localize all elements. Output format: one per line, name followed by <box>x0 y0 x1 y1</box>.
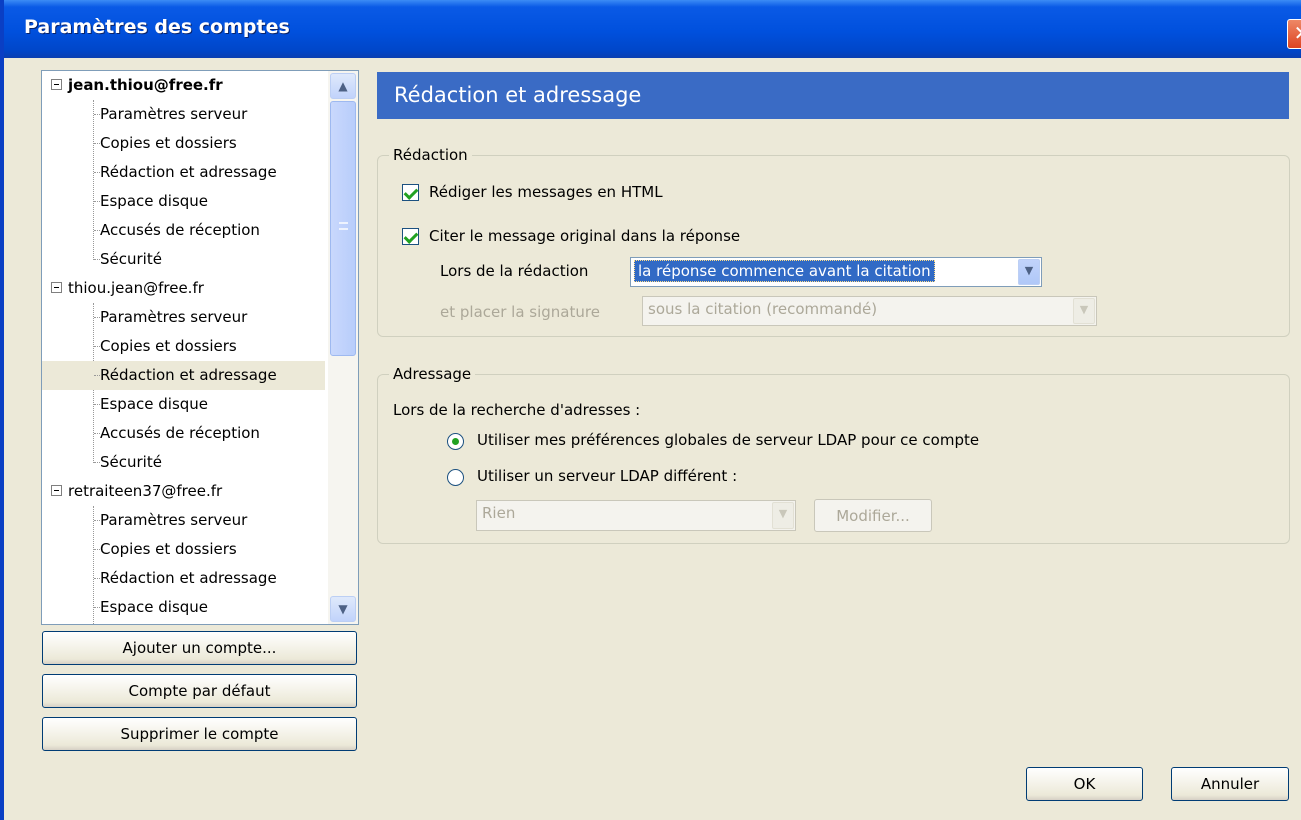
account-tree[interactable]: jean.thiou@free.fr Paramètres serveur Co… <box>41 70 359 625</box>
cancel-button[interactable]: Annuler <box>1171 767 1289 801</box>
panel-title: Rédaction et adressage <box>377 72 1289 119</box>
tree-item-label: Copies et dossiers <box>100 337 237 355</box>
edit-ldap-button[interactable]: Modifier... <box>814 499 932 532</box>
html-label[interactable]: Rédiger les messages en HTML <box>429 183 663 201</box>
scroll-thumb[interactable] <box>330 101 356 356</box>
reply-position-label: Lors de la rédaction <box>440 262 589 280</box>
tree-item-label: Espace disque <box>100 192 209 210</box>
tree-item-label: Paramètres serveur <box>100 105 248 123</box>
tree-account-retraiteen37[interactable]: retraiteen37@free.fr <box>42 477 325 506</box>
ldap-server-select[interactable]: Rien ▼ <box>476 500 796 531</box>
tree-item-server-settings[interactable]: Paramètres serveur <box>42 303 325 332</box>
tree-item-label: Rédaction et adressage <box>100 163 277 181</box>
default-account-button[interactable]: Compte par défaut <box>42 674 357 708</box>
window-title: Paramètres des comptes <box>24 16 290 38</box>
tree-item-disk-space[interactable]: Espace disque <box>42 390 325 419</box>
global-ldap-radio[interactable] <box>447 433 464 450</box>
tree-account-label: thiou.jean@free.fr <box>68 279 204 297</box>
different-ldap-radio[interactable] <box>447 469 464 486</box>
tree-scrollbar[interactable]: ▲ ▼ <box>328 71 358 624</box>
tree-item-label: Sécurité <box>100 453 162 471</box>
tree-item-security[interactable]: Sécurité <box>42 245 325 274</box>
tree-account-thiou-jean[interactable]: thiou.jean@free.fr <box>42 274 325 303</box>
reply-position-select[interactable]: la réponse commence avant la citation ▼ <box>630 257 1042 287</box>
tree-item-copies-folders[interactable]: Copies et dossiers <box>42 332 325 361</box>
signature-position-value: sous la citation (recommandé) <box>648 300 878 318</box>
chevron-down-icon[interactable]: ▼ <box>1073 298 1095 324</box>
grip-icon <box>339 222 348 230</box>
tree-item-server-settings[interactable]: Paramètres serveur <box>42 100 325 129</box>
reply-position-value: la réponse commence avant la citation <box>634 260 935 282</box>
delete-account-button[interactable]: Supprimer le compte <box>42 717 357 751</box>
different-ldap-label[interactable]: Utiliser un serveur LDAP différent : <box>477 467 737 485</box>
tree-item-disk-space[interactable]: Espace disque <box>42 187 325 216</box>
tree-item-label: Paramètres serveur <box>100 511 248 529</box>
composition-legend: Rédaction <box>389 146 472 164</box>
tree-item-label: Rédaction et adressage <box>100 366 277 384</box>
html-checkbox[interactable] <box>402 184 419 201</box>
tree-item-label: Accusés de réception <box>100 424 260 442</box>
ok-button[interactable]: OK <box>1026 767 1143 801</box>
addressing-legend: Adressage <box>389 365 476 383</box>
tree-account-label: jean.thiou@free.fr <box>68 76 223 94</box>
tree-item-label: Copies et dossiers <box>100 540 237 558</box>
title-bar[interactable]: Paramètres des comptes ✕ <box>4 0 1301 58</box>
address-lookup-label: Lors de la recherche d'adresses : <box>393 401 641 419</box>
tree-item-composition-selected[interactable]: Rédaction et adressage <box>42 361 325 390</box>
ldap-server-value: Rien <box>482 504 516 522</box>
tree-item-security[interactable]: Sécurité <box>42 448 325 477</box>
global-ldap-label[interactable]: Utiliser mes préférences globales de ser… <box>477 431 979 449</box>
tree-item-composition[interactable]: Rédaction et adressage <box>42 564 325 593</box>
account-settings-window: Paramètres des comptes ✕ jean.thiou@free… <box>0 0 1301 820</box>
quote-label[interactable]: Citer le message original dans la répons… <box>429 227 740 245</box>
tree-item-label: Accusés de réception <box>100 221 260 239</box>
chevron-down-icon[interactable]: ▼ <box>1018 259 1040 285</box>
tree-item-label: Rédaction et adressage <box>100 569 277 587</box>
add-account-button[interactable]: Ajouter un compte... <box>42 631 357 665</box>
close-icon[interactable]: ✕ <box>1287 19 1301 49</box>
collapse-icon[interactable] <box>51 485 62 496</box>
scroll-down-icon[interactable]: ▼ <box>330 596 356 622</box>
tree-item-label: Espace disque <box>100 395 209 413</box>
tree-item-copies-folders[interactable]: Copies et dossiers <box>42 129 325 158</box>
tree-item-server-settings[interactable]: Paramètres serveur <box>42 506 325 535</box>
tree-item-disk-space[interactable]: Espace disque <box>42 593 325 622</box>
tree-item-label: Copies et dossiers <box>100 134 237 152</box>
tree-item-receipts[interactable]: Accusés de réception <box>42 216 325 245</box>
signature-position-select[interactable]: sous la citation (recommandé) ▼ <box>642 296 1097 326</box>
chevron-down-icon[interactable]: ▼ <box>772 502 794 529</box>
signature-position-label: et placer la signature <box>440 303 600 321</box>
tree-item-receipts[interactable]: Accusés de réception <box>42 419 325 448</box>
tree-account-jean-thiou[interactable]: jean.thiou@free.fr <box>42 71 325 100</box>
quote-checkbox[interactable] <box>402 228 419 245</box>
tree-item-label: Espace disque <box>100 598 209 616</box>
tree-item-label: Sécurité <box>100 250 162 268</box>
tree-account-label: retraiteen37@free.fr <box>68 482 223 500</box>
scroll-up-icon[interactable]: ▲ <box>330 73 356 99</box>
tree-item-composition[interactable]: Rédaction et adressage <box>42 158 325 187</box>
tree-item-copies-folders[interactable]: Copies et dossiers <box>42 535 325 564</box>
collapse-icon[interactable] <box>51 282 62 293</box>
collapse-icon[interactable] <box>51 79 62 90</box>
tree-item-label: Paramètres serveur <box>100 308 248 326</box>
